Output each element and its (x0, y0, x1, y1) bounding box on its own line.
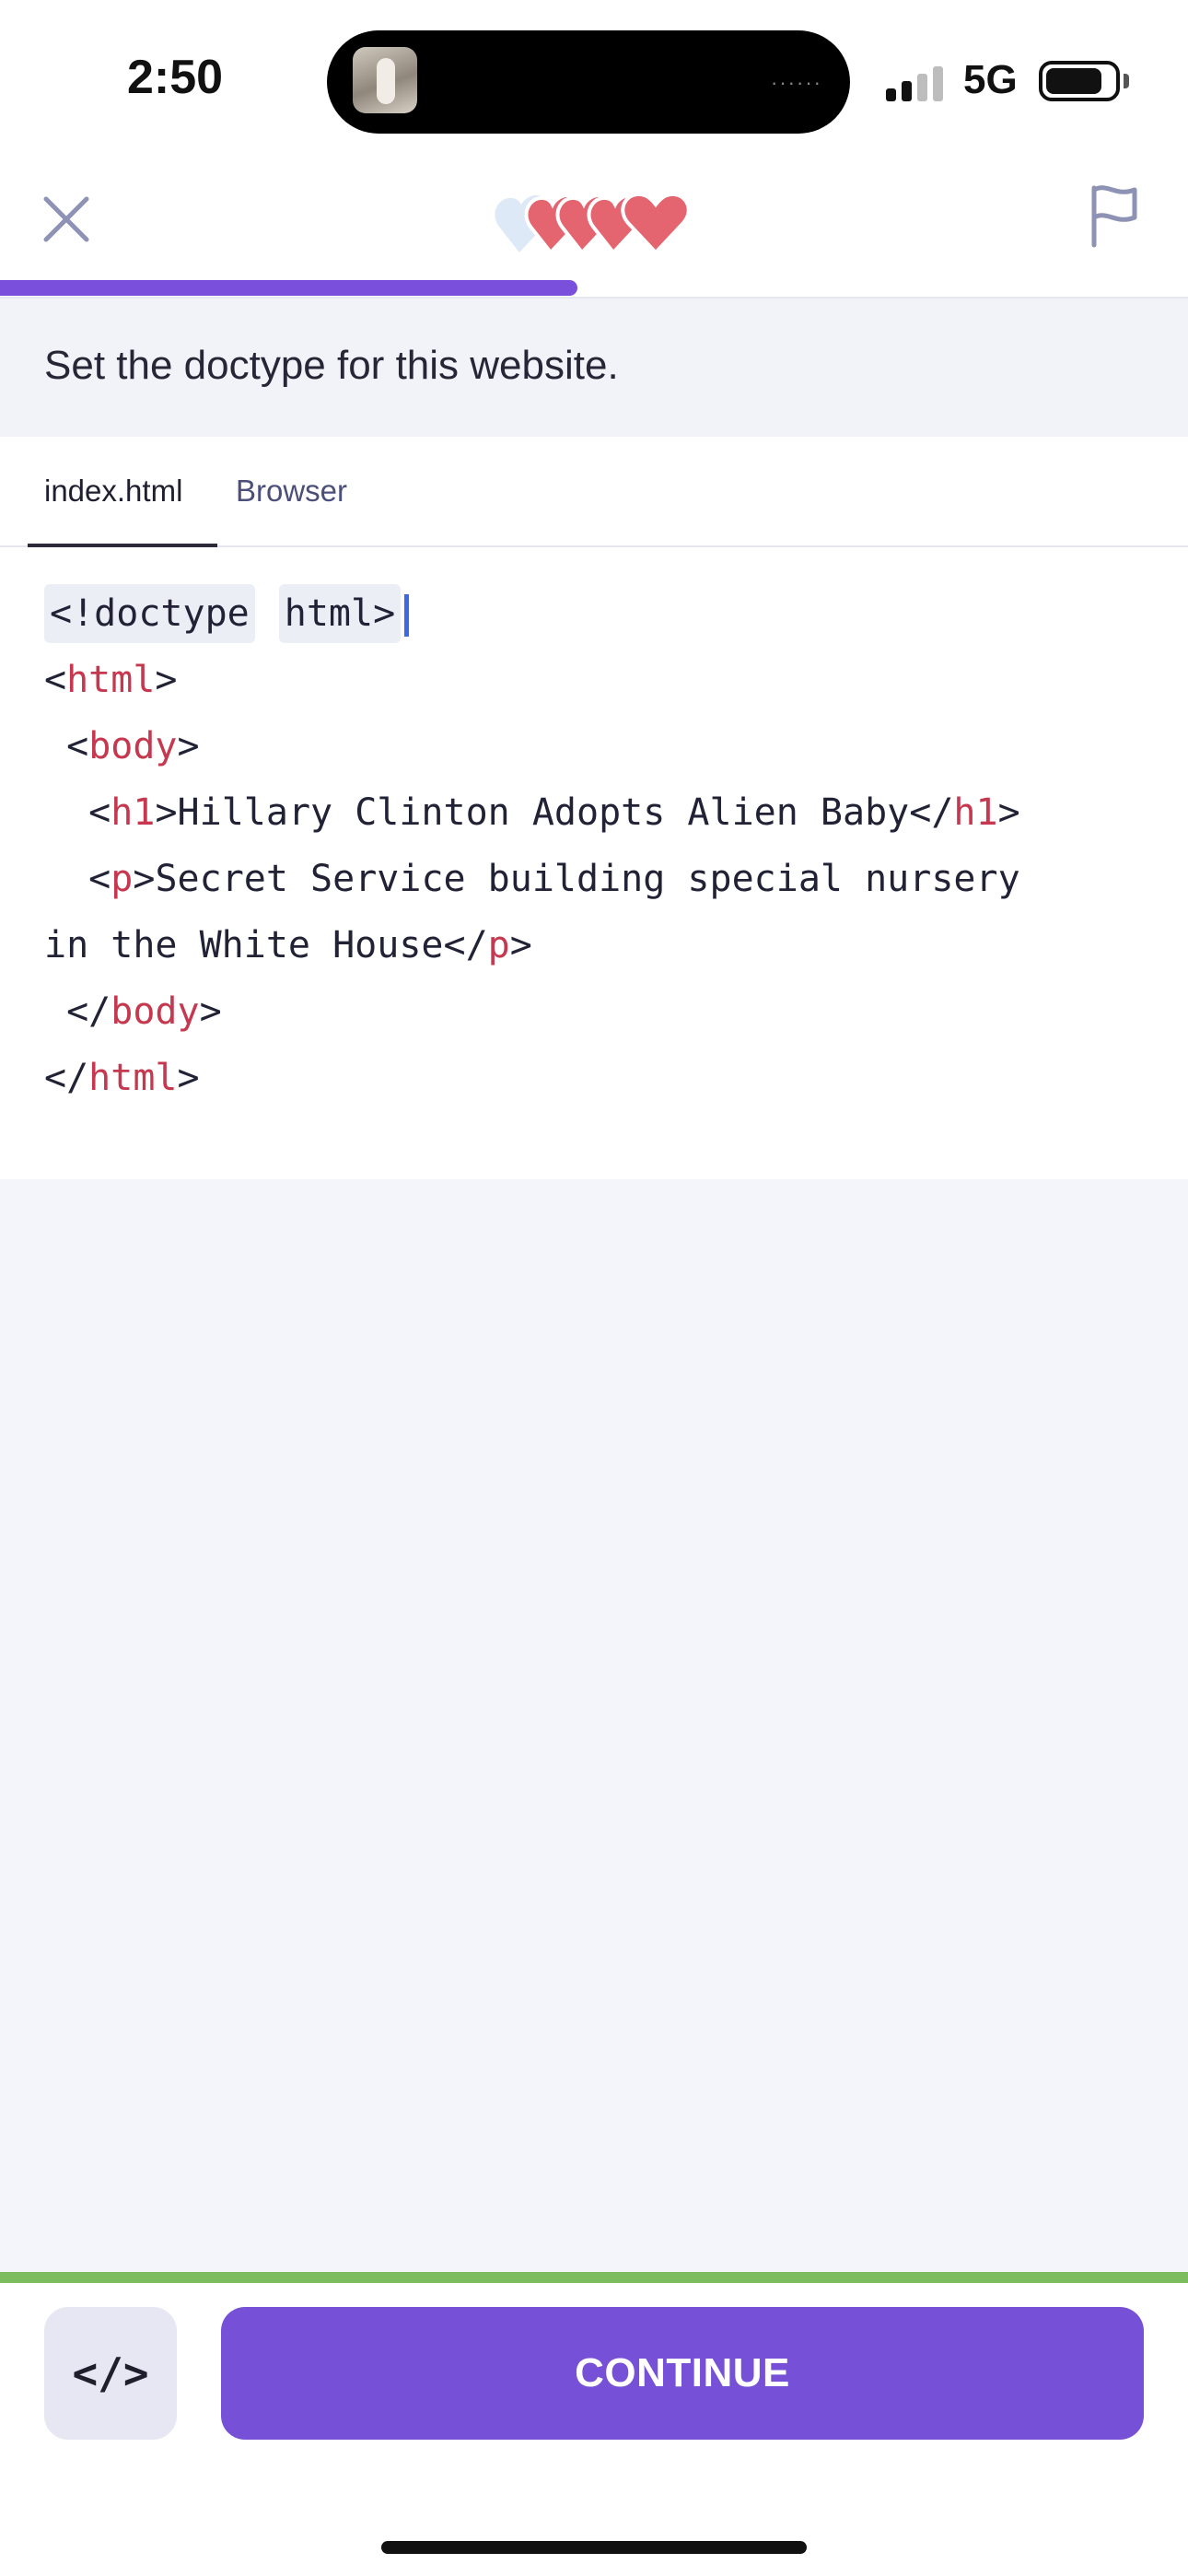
battery-cap (1124, 74, 1129, 88)
code-toggle-button[interactable]: </> (44, 2307, 177, 2440)
lesson-header (0, 157, 1188, 297)
network-type: 5G (963, 57, 1018, 102)
now-playing-thumbnail (353, 47, 417, 113)
close-icon (43, 196, 89, 242)
battery-icon (1039, 61, 1120, 101)
instruction-text: Set the doctype for this website. (44, 343, 619, 388)
home-indicator[interactable] (381, 2541, 807, 2554)
code-line: <body> (66, 725, 200, 767)
bottom-action-bar: </> CONTINUE (0, 2283, 1188, 2576)
code-line: </body> (66, 990, 222, 1033)
tag-name: html (66, 659, 156, 701)
tag-name: body (88, 725, 178, 767)
tag-name: body (111, 990, 200, 1033)
tag-name: h1 (953, 791, 998, 834)
text-cursor (404, 594, 410, 637)
answer-slot-html[interactable]: html> (278, 584, 402, 643)
tag-name: p (111, 858, 134, 900)
report-button[interactable] (1087, 182, 1153, 256)
heart-icon (621, 192, 691, 255)
tag-name: h1 (111, 791, 156, 834)
cellular-signal-icon (886, 64, 945, 101)
code-editor[interactable]: <!doctype html> <html> <body> <h1>Hillary… (0, 547, 1188, 1179)
code-line: <html> (44, 659, 178, 701)
status-bar: 2:50 ······ 5G (0, 0, 1188, 157)
status-accent-bar (0, 2272, 1188, 2283)
lesson-progress-bar (0, 280, 577, 296)
code-line: in the White House</p> (44, 924, 532, 966)
tab-browser[interactable]: Browser (236, 474, 347, 509)
tag-name: p (487, 924, 510, 966)
code-line: <h1>Hillary Clinton Adopts Alien Baby</h… (88, 791, 1020, 834)
code-line: </html> (44, 1057, 200, 1099)
tab-index-html[interactable]: index.html (44, 474, 182, 509)
code-content: <!doctype html> <html> <body> <h1>Hillary… (44, 580, 1020, 1111)
instruction-panel: Set the doctype for this website. (0, 299, 1188, 437)
code-line: <p>Secret Service building special nurse… (88, 858, 1020, 900)
answer-slot-doctype[interactable]: <!doctype (44, 584, 255, 643)
flag-icon (1091, 185, 1137, 248)
editor-tabs: index.html Browser (0, 437, 1188, 547)
close-button[interactable] (33, 186, 99, 252)
dynamic-island: ······ (327, 30, 850, 134)
code-line-doctype: <!doctype html> (44, 580, 1020, 647)
island-activity-dots: ······ (771, 71, 822, 94)
code-icon: </> (72, 2348, 149, 2398)
continue-button[interactable]: CONTINUE (221, 2307, 1144, 2440)
lives-indicator (494, 186, 696, 260)
status-time: 2:50 (127, 51, 224, 104)
tag-name: html (88, 1057, 178, 1099)
